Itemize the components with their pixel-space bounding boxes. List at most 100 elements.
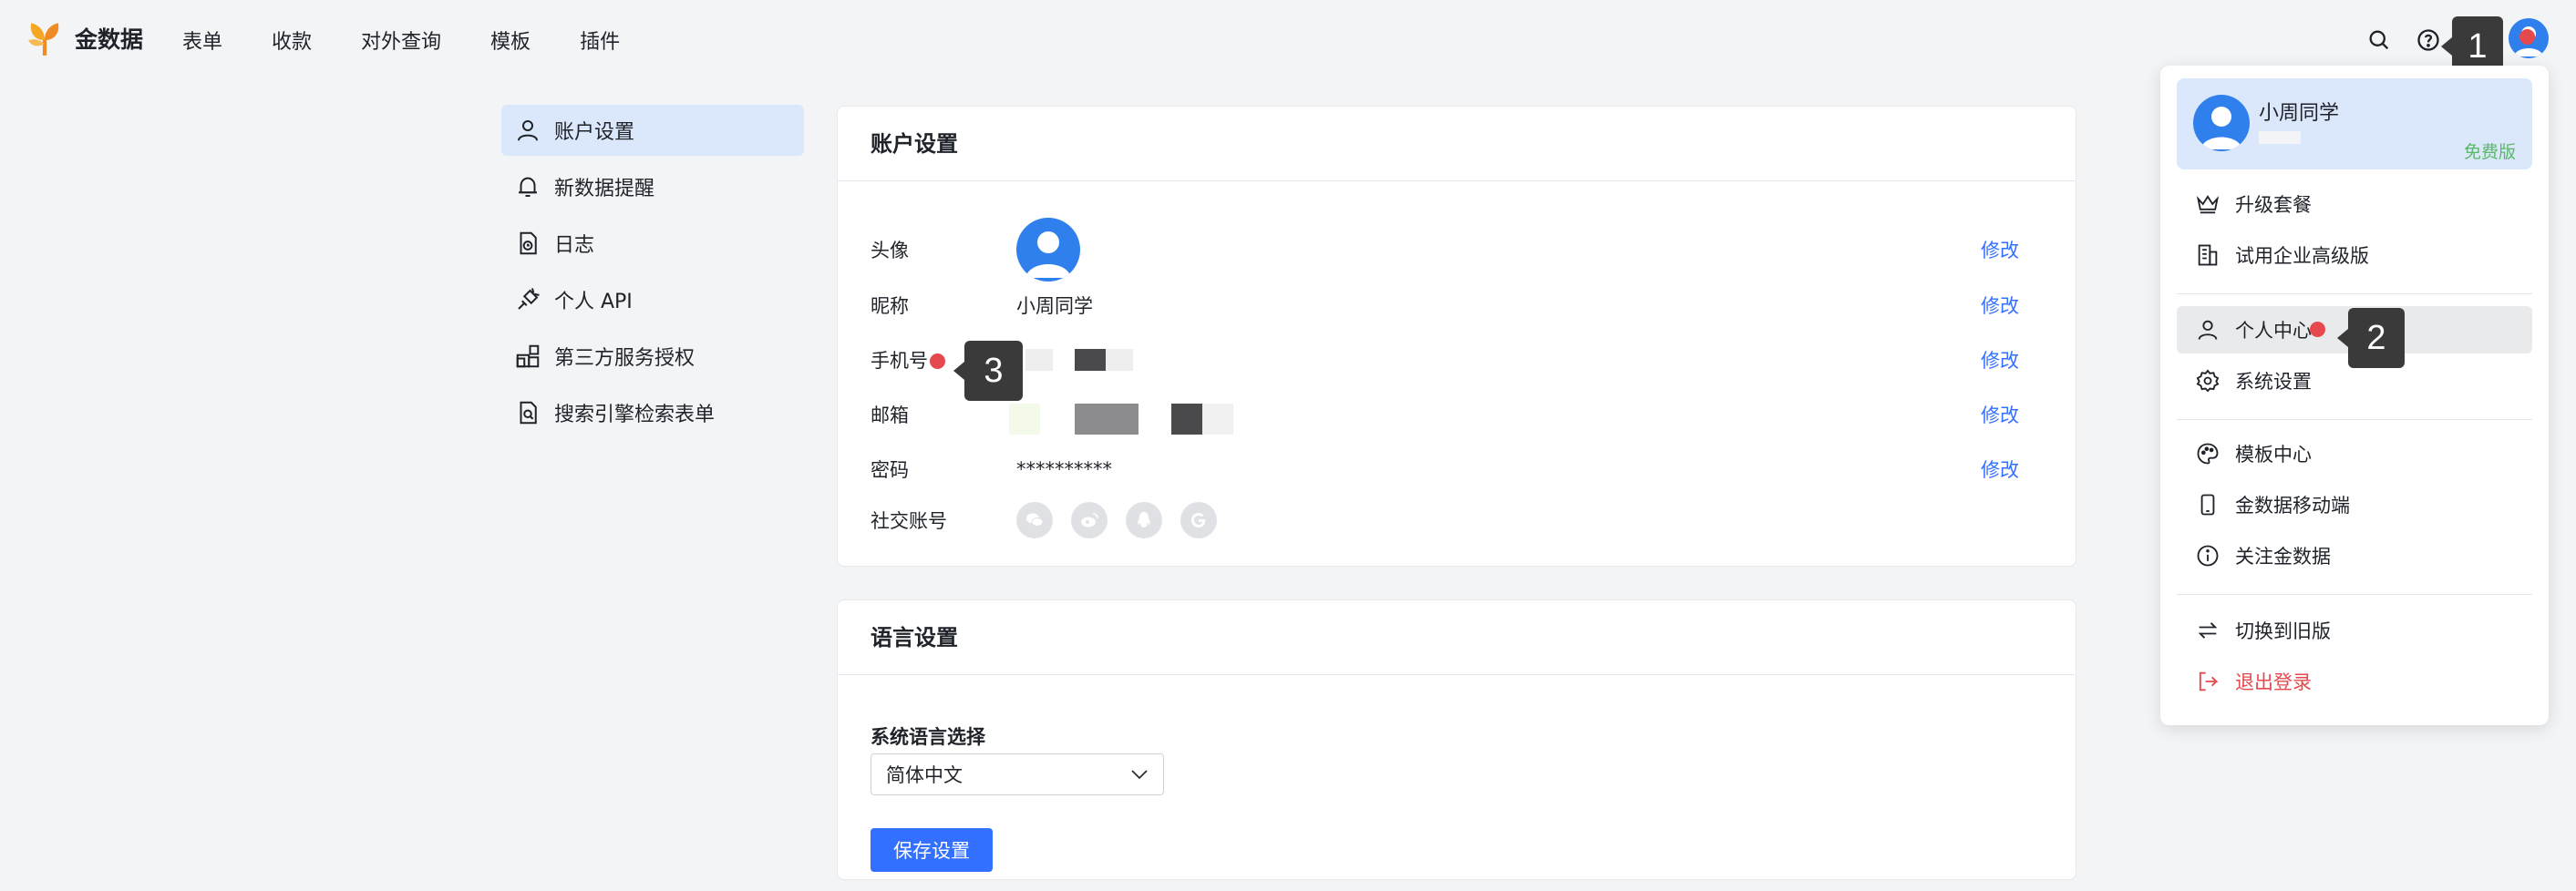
- dropdown-avatar: [2193, 95, 2250, 151]
- step-marker-1-label: 1: [2468, 26, 2488, 66]
- weibo-glyph: [1081, 513, 1098, 527]
- nickname-label: 昵称: [871, 295, 909, 317]
- plan-badge: 免费版: [2463, 142, 2516, 162]
- step-marker-2-label: 2: [2366, 318, 2386, 357]
- account-card-title: 账户设置: [838, 107, 2076, 181]
- menu-upgrade-plan[interactable]: 升级套餐: [2177, 180, 2532, 228]
- language-select-label: 系统语言选择: [871, 726, 985, 748]
- avatar-icon: [1025, 231, 1071, 278]
- user-icon: [518, 120, 538, 141]
- nav-forms[interactable]: 表单: [182, 26, 222, 55]
- step-marker-2: 2: [2337, 308, 2405, 368]
- menu-label: 金数据移动端: [2235, 495, 2350, 517]
- sidebar-item-api[interactable]: 个人 API: [501, 274, 804, 325]
- nav-plugins[interactable]: 插件: [580, 26, 620, 55]
- menu-divider: [2177, 594, 2532, 595]
- menu-mobile-app[interactable]: 金数据移动端: [2177, 481, 2532, 528]
- menu-divider: [2177, 293, 2532, 294]
- step-marker-3-label: 3: [984, 351, 1004, 390]
- edit-password-link[interactable]: 修改: [1981, 456, 2019, 483]
- wechat-glyph: [1026, 513, 1044, 527]
- menu-template-center[interactable]: 模板中心: [2177, 430, 2532, 477]
- nav-payments[interactable]: 收款: [272, 26, 312, 55]
- main-nav: 表单 收款 对外查询 模板 插件: [182, 26, 669, 55]
- menu-logout[interactable]: 退出登录: [2177, 658, 2532, 705]
- step-dot-2: [2310, 322, 2325, 337]
- edit-email-link[interactable]: 修改: [1981, 401, 2019, 428]
- sidebar-item-label: 第三方服务授权: [554, 347, 696, 370]
- email-label: 邮箱: [871, 405, 909, 426]
- nav-templates[interactable]: 模板: [490, 26, 531, 55]
- menu-divider: [2177, 419, 2532, 420]
- language-select[interactable]: 简体中文: [871, 753, 1164, 795]
- qq-icon[interactable]: [1126, 502, 1162, 538]
- email-mask-3: [1171, 404, 1202, 435]
- phone-label: 手机号: [871, 350, 928, 372]
- social-row: 社交账号: [838, 498, 2077, 542]
- menu-follow-us[interactable]: 关注金数据: [2177, 532, 2532, 579]
- settings-sidebar: 账户设置 新数据提醒 日志 个人 API 第三方服务授权 搜索引擎检索表单: [501, 105, 804, 444]
- password-value: **********: [1016, 458, 1112, 480]
- profile-avatar[interactable]: [1016, 218, 1080, 282]
- step-marker-3: 3: [953, 341, 1023, 401]
- avatar-icon: [2200, 107, 2242, 149]
- phone-mask-1: [1025, 349, 1053, 371]
- gear-icon: [2196, 369, 2220, 393]
- menu-label: 个人中心: [2235, 320, 2312, 342]
- bell-icon: [519, 177, 537, 197]
- sidebar-item-seo[interactable]: 搜索引擎检索表单: [501, 387, 804, 438]
- log-icon: [520, 231, 537, 255]
- sidebar-item-label: 新数据提醒: [554, 178, 655, 200]
- email-mask-1: [1009, 404, 1040, 435]
- google-icon[interactable]: [1180, 502, 1217, 538]
- sidebar-item-label: 日志: [554, 234, 595, 257]
- edit-avatar-link[interactable]: 修改: [1981, 236, 2019, 263]
- user-dropdown-menu: 小周同学 免费版 升级套餐 试用企业高级版 个人中心 系统设置 模板中心 金数据…: [2160, 66, 2549, 725]
- user-icon: [2198, 320, 2218, 340]
- weibo-icon[interactable]: [1071, 502, 1108, 538]
- building-icon: [2198, 244, 2218, 266]
- phone-mask-2: [1075, 349, 1106, 371]
- social-accounts: [1016, 502, 1217, 538]
- app-logo[interactable]: 金数据: [26, 18, 143, 58]
- chevron-down-icon: [1131, 770, 1148, 780]
- menu-switch-old-version[interactable]: 切换到旧版: [2177, 607, 2532, 654]
- search-icon: [2369, 30, 2389, 50]
- info-icon: [2197, 545, 2219, 567]
- qq-glyph: [1138, 512, 1150, 527]
- menu-enterprise-trial[interactable]: 试用企业高级版: [2177, 231, 2532, 279]
- sidebar-item-third-party[interactable]: 第三方服务授权: [501, 331, 804, 382]
- help-icon: [2417, 29, 2439, 51]
- apps-icon: [516, 344, 540, 368]
- menu-label: 关注金数据: [2235, 546, 2331, 568]
- search-button[interactable]: [2361, 20, 2397, 60]
- avatar-row: 头像 修改: [838, 218, 2077, 282]
- nickname-value: 小周同学: [1016, 295, 1093, 317]
- menu-label: 系统设置: [2235, 371, 2312, 393]
- sidebar-item-alerts[interactable]: 新数据提醒: [501, 161, 804, 212]
- social-label: 社交账号: [871, 510, 947, 532]
- dropdown-user-sub-mask: [2259, 131, 2301, 144]
- save-settings-button[interactable]: 保存设置: [871, 828, 993, 872]
- language-card-title: 语言设置: [838, 600, 2076, 675]
- edit-phone-link[interactable]: 修改: [1981, 346, 2019, 374]
- sidebar-item-account[interactable]: 账户设置: [501, 105, 804, 156]
- nav-public-query[interactable]: 对外查询: [361, 26, 441, 55]
- phone-mask-3: [1106, 349, 1133, 371]
- account-settings-card: 账户设置 头像 修改 昵称 小周同学 修改 手机号 修改 邮箱 修改 密码 **…: [837, 106, 2076, 567]
- wechat-icon[interactable]: [1016, 502, 1053, 538]
- menu-label: 模板中心: [2235, 444, 2312, 466]
- sidebar-item-log[interactable]: 日志: [501, 218, 804, 269]
- email-mask-2: [1075, 404, 1139, 435]
- phone-row: 手机号 修改: [838, 338, 2077, 382]
- jinshuju-logo-icon: [28, 23, 59, 56]
- dropdown-user-card[interactable]: 小周同学 免费版: [2177, 78, 2532, 169]
- edit-nickname-link[interactable]: 修改: [1981, 292, 2019, 319]
- logout-icon: [2199, 671, 2219, 691]
- menu-label: 升级套餐: [2235, 194, 2312, 216]
- app-name: 金数据: [75, 26, 144, 53]
- avatar-label: 头像: [871, 240, 909, 261]
- nickname-row: 昵称 小周同学 修改: [838, 283, 2077, 327]
- step-dot-3: [930, 353, 945, 369]
- google-glyph: [1191, 513, 1206, 527]
